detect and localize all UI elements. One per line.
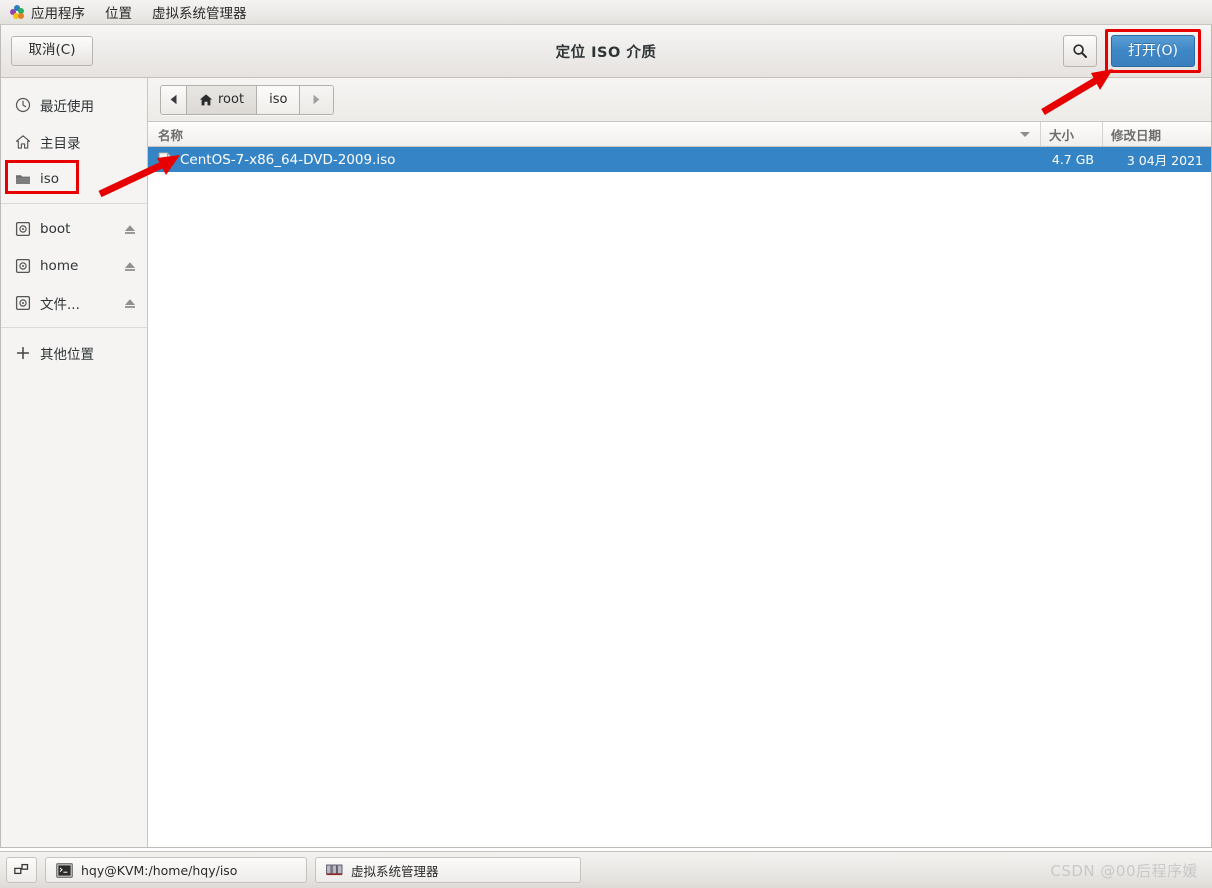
file-modified-cell: 3 04月 2021 [1126, 153, 1203, 168]
panel-menu-applications-label: 应用程序 [31, 6, 85, 22]
panel-menu-places[interactable]: 位置 [95, 0, 142, 25]
dialog-body: 最近使用 主目录 iso boot home 文件... 其他位置 root i… [1, 78, 1211, 847]
column-header-modified-label: 修改日期 [1111, 127, 1162, 143]
folder-icon [16, 174, 30, 184]
drive-icon [15, 295, 31, 310]
places-sidebar: 最近使用 主目录 iso boot home 文件... 其他位置 [1, 78, 148, 847]
home-icon [15, 134, 31, 149]
show-desktop-icon [14, 863, 29, 874]
sidebar-item-home-mount[interactable]: home [1, 247, 147, 284]
virt-manager-icon [326, 864, 343, 876]
taskbar-item-label: hqy@KVM:/home/hqy/iso [81, 862, 238, 878]
file-list-header: 名称 大小 修改日期 [148, 122, 1211, 147]
open-button-highlight: 打开(O) [1105, 28, 1201, 74]
dialog-title: 定位 ISO 介质 [555, 44, 657, 61]
taskbar-item-terminal[interactable]: hqy@KVM:/home/hqy/iso [45, 857, 307, 883]
triangle-right-icon [313, 94, 320, 105]
sidebar-item-other-locations[interactable]: 其他位置 [1, 334, 147, 371]
panel-menu-applications[interactable]: 应用程序 [0, 0, 95, 25]
home-icon [199, 93, 213, 105]
sidebar-item-label: iso [40, 170, 60, 187]
plus-icon [16, 346, 30, 359]
breadcrumb-segment-label: root [218, 92, 245, 107]
breadcrumb-back-button[interactable] [161, 85, 187, 114]
breadcrumb-segment-root[interactable]: root [187, 85, 258, 114]
sidebar-item-files[interactable]: 文件... [1, 284, 147, 321]
breadcrumb-segment-iso[interactable]: iso [257, 85, 301, 114]
window-list-taskbar: hqy@KVM:/home/hqy/iso 虚拟系统管理器 CSDN @00后程… [0, 851, 1212, 888]
sidebar-item-home[interactable]: 主目录 [1, 123, 147, 160]
column-header-size-label: 大小 [1049, 127, 1075, 143]
breadcrumb-forward-button[interactable] [300, 85, 334, 114]
eject-icon[interactable] [123, 259, 137, 273]
breadcrumb-segment-label: iso [269, 92, 288, 107]
column-header-modified[interactable]: 修改日期 [1102, 122, 1211, 146]
file-name-label: CentOS-7-x86_64-DVD-2009.iso [180, 151, 396, 168]
clock-icon [15, 97, 31, 112]
table-row[interactable]: CentOS-7-x86_64-DVD-2009.iso 4.7 GB 3 04… [148, 147, 1211, 172]
sidebar-item-label: 其他位置 [40, 346, 94, 363]
sidebar-item-iso[interactable]: iso [1, 160, 147, 197]
file-name-cell: CentOS-7-x86_64-DVD-2009.iso [148, 151, 1040, 168]
sidebar-item-boot[interactable]: boot [1, 210, 147, 247]
drive-icon [15, 258, 31, 273]
eject-icon[interactable] [123, 222, 137, 236]
terminal-icon [56, 862, 73, 878]
file-list[interactable]: CentOS-7-x86_64-DVD-2009.iso 4.7 GB 3 04… [148, 147, 1211, 847]
column-header-size[interactable]: 大小 [1040, 122, 1102, 146]
gnome-top-panel: 应用程序 位置 虚拟系统管理器 [0, 0, 1212, 25]
open-button[interactable]: 打开(O) [1111, 34, 1195, 68]
taskbar-item-virt-manager[interactable]: 虚拟系统管理器 [315, 857, 581, 883]
sidebar-item-recent[interactable]: 最近使用 [1, 86, 147, 123]
search-button[interactable] [1063, 35, 1098, 67]
sidebar-item-label: 主目录 [40, 135, 81, 152]
applications-icon [10, 4, 25, 20]
column-header-name-label: 名称 [158, 127, 184, 143]
iso-file-icon [158, 151, 173, 168]
path-bar-row: root iso [148, 78, 1211, 122]
sidebar-item-label: 文件... [40, 296, 80, 313]
sidebar-item-label: boot [40, 220, 71, 237]
sort-descending-icon [1020, 131, 1030, 137]
sidebar-item-label: 最近使用 [40, 98, 94, 115]
breadcrumb: root iso [160, 84, 335, 115]
header-actions: 打开(O) [1063, 28, 1201, 74]
sidebar-item-label: home [40, 257, 79, 274]
show-desktop-button[interactable] [6, 857, 37, 883]
csdn-watermark: CSDN @00后程序媛 [1050, 861, 1198, 880]
triangle-left-icon [170, 94, 177, 105]
panel-menu-places-label: 位置 [105, 6, 132, 22]
sidebar-divider [1, 327, 147, 328]
file-browser: root iso 名称 大小 修改日期 CentOS-7-x86_64-DVD-… [148, 78, 1211, 847]
taskbar-item-label: 虚拟系统管理器 [351, 863, 439, 879]
panel-menu-virt-manager[interactable]: 虚拟系统管理器 [142, 0, 257, 25]
column-header-name[interactable]: 名称 [148, 122, 1040, 146]
search-icon [1073, 44, 1088, 58]
locate-iso-dialog: 取消(C) 定位 ISO 介质 打开(O) 最近使用 主目录 iso boot … [0, 25, 1212, 848]
drive-icon [15, 221, 31, 236]
eject-icon[interactable] [123, 296, 137, 310]
file-size-cell: 4.7 GB [1051, 152, 1094, 167]
sidebar-divider [1, 203, 147, 204]
cancel-button[interactable]: 取消(C) [11, 36, 93, 66]
panel-menu-virt-manager-label: 虚拟系统管理器 [152, 6, 247, 22]
dialog-header-bar: 取消(C) 定位 ISO 介质 打开(O) [1, 25, 1211, 78]
